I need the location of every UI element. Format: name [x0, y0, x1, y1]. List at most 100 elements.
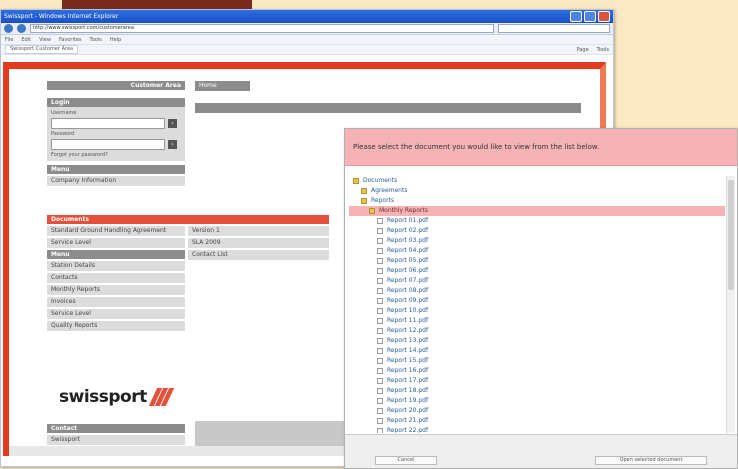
tree-row[interactable]: Report 14.pdf — [349, 346, 725, 356]
tree-row-label: Report 03.pdf — [387, 237, 429, 244]
tree-row[interactable]: Report 07.pdf — [349, 276, 725, 286]
minimize-icon[interactable] — [570, 11, 582, 22]
menu-help[interactable]: Help — [110, 37, 121, 43]
tree-row-label: Report 18.pdf — [387, 387, 429, 394]
tree-row-label: Documents — [363, 177, 398, 184]
menu-item[interactable]: Invoices — [47, 297, 185, 307]
tree-row[interactable]: Report 03.pdf — [349, 236, 725, 246]
tree-row-label: Report 04.pdf — [387, 247, 429, 254]
password-field[interactable] — [51, 139, 165, 150]
menu-item[interactable]: Monthly Reports — [47, 285, 185, 295]
doc-row-right[interactable]: Version 1 — [188, 226, 329, 236]
browser-tab[interactable]: Swissport Customer Area — [5, 45, 79, 54]
document-icon — [377, 318, 383, 324]
tree-row-label: Report 12.pdf — [387, 327, 429, 334]
maximize-icon[interactable] — [584, 11, 596, 22]
tree-row[interactable]: Report 06.pdf — [349, 266, 725, 276]
tab-home[interactable]: Home — [195, 81, 250, 91]
tree-row[interactable]: Report 04.pdf — [349, 246, 725, 256]
tree-row-label: Report 19.pdf — [387, 397, 429, 404]
scrollbar-thumb[interactable] — [728, 180, 734, 290]
menu-file[interactable]: File — [5, 37, 13, 43]
tree-row[interactable]: Report 11.pdf — [349, 316, 725, 326]
tree-row[interactable]: Report 16.pdf — [349, 366, 725, 376]
tree-row-label: Report 01.pdf — [387, 217, 429, 224]
forgot-password-link[interactable]: Forgot your password? — [51, 152, 181, 158]
url-input[interactable]: http://www.swissport.com/customerarea — [30, 24, 494, 33]
tree-row[interactable]: Report 12.pdf — [349, 326, 725, 336]
footer-heading: Contact — [47, 424, 185, 433]
tree-row[interactable]: Report 19.pdf — [349, 396, 725, 406]
menu-tools[interactable]: Tools — [90, 37, 102, 43]
menu-heading: Menu — [47, 250, 185, 259]
tree-row[interactable]: Report 17.pdf — [349, 376, 725, 386]
window-controls — [570, 11, 610, 22]
left-column: Customer Area Login Username › Password … — [47, 81, 185, 188]
footer-block: Contact Swissport — [47, 424, 185, 447]
tree-row[interactable]: Report 02.pdf — [349, 226, 725, 236]
tree-row[interactable]: Report 18.pdf — [349, 386, 725, 396]
document-icon — [377, 298, 383, 304]
tree-row[interactable]: Report 15.pdf — [349, 356, 725, 366]
menu-edit[interactable]: Edit — [21, 37, 31, 43]
tree-row[interactable]: Report 10.pdf — [349, 306, 725, 316]
open-document-button[interactable]: Open selected document — [595, 456, 707, 465]
logo-mark-icon — [148, 388, 174, 406]
company-info-link[interactable]: Company Information — [47, 176, 185, 186]
window-title: Swissport - Windows Internet Explorer — [4, 13, 119, 20]
folder-icon — [361, 188, 367, 194]
document-icon — [377, 338, 383, 344]
document-icon — [377, 288, 383, 294]
tree-row[interactable]: Agreements — [349, 186, 725, 196]
menu-item[interactable]: Service Level — [47, 309, 185, 319]
tree-row[interactable]: Documents — [349, 176, 725, 186]
forward-icon[interactable] — [17, 24, 26, 33]
page-menu[interactable]: Page — [577, 47, 589, 53]
browser-search-input[interactable] — [498, 24, 610, 33]
document-icon — [377, 428, 383, 433]
menu-item[interactable]: Station Details — [47, 261, 185, 271]
tree-row-label: Report 20.pdf — [387, 407, 429, 414]
tree-row[interactable]: Report 13.pdf — [349, 336, 725, 346]
doc-row-right[interactable]: Contact List — [188, 250, 329, 260]
login-arrow-icon[interactable]: › — [168, 140, 177, 149]
menu-item[interactable]: Quality Reports — [47, 321, 185, 331]
tree-scrollbar[interactable] — [726, 176, 735, 433]
swissport-logo: swissport — [59, 387, 174, 407]
tree-row-label: Report 14.pdf — [387, 347, 429, 354]
tree-row[interactable]: Report 08.pdf — [349, 286, 725, 296]
menu-view[interactable]: View — [39, 37, 51, 43]
back-icon[interactable] — [4, 24, 13, 33]
doc-row-left[interactable]: Service Level — [47, 238, 185, 248]
tree-row[interactable]: Report 22.pdf — [349, 426, 725, 433]
menu-item[interactable]: Contacts — [47, 273, 185, 283]
close-icon[interactable] — [598, 11, 610, 22]
tree-row[interactable]: Report 21.pdf — [349, 416, 725, 426]
footer-row[interactable]: Swissport — [47, 435, 185, 445]
tree-row[interactable]: Monthly Reports — [349, 206, 725, 216]
title-bar: Swissport - Windows Internet Explorer — [1, 10, 613, 23]
cancel-button[interactable]: Cancel — [375, 456, 437, 465]
tree-row[interactable]: Report 01.pdf — [349, 216, 725, 226]
tree-row-label: Report 07.pdf — [387, 277, 429, 284]
login-panel: Login Username › Password › Forgot your … — [47, 98, 185, 161]
document-icon — [377, 358, 383, 364]
tree-row[interactable]: Report 05.pdf — [349, 256, 725, 266]
tree-row-label: Report 16.pdf — [387, 367, 429, 374]
tree-row[interactable]: Report 20.pdf — [349, 406, 725, 416]
tree-row-label: Report 06.pdf — [387, 267, 429, 274]
tree-row[interactable]: Reports — [349, 196, 725, 206]
document-tree: Documents Agreements Reports Monthly Report… — [349, 176, 725, 433]
doc-row-left[interactable]: Standard Ground Handling Agreement — [47, 226, 185, 236]
tools-menu[interactable]: Tools — [597, 47, 609, 53]
user-bar: Customer Area — [47, 81, 185, 90]
folder-icon — [369, 208, 375, 214]
document-icon — [377, 308, 383, 314]
username-field[interactable] — [51, 118, 165, 129]
menu-favorites[interactable]: Favorites — [59, 37, 82, 43]
tree-row[interactable]: Report 09.pdf — [349, 296, 725, 306]
arrow-right-icon[interactable]: › — [168, 119, 177, 128]
tree-row-label: Report 08.pdf — [387, 287, 429, 294]
doc-row-right[interactable]: SLA 2009 — [188, 238, 329, 248]
menu-bar: File Edit View Favorites Tools Help — [1, 35, 613, 45]
